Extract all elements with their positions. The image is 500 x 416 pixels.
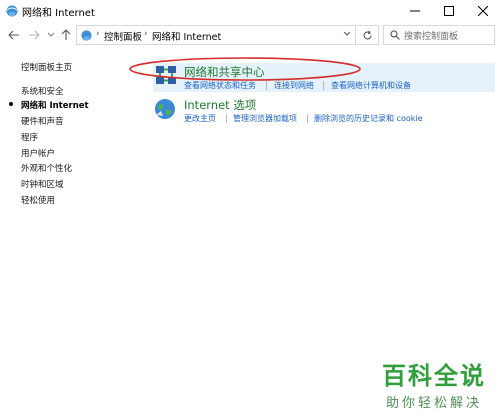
search-input[interactable]: 搜索控制面板 — [383, 25, 495, 45]
window-title: 网络和 Internet — [22, 8, 95, 19]
recent-locations-button[interactable] — [43, 26, 59, 44]
back-arrow-icon — [8, 30, 19, 40]
watermark-subtitle: 助你轻松解决 — [385, 396, 482, 411]
internet-options-globe-icon — [155, 99, 175, 119]
watermark-title: 百科全说 — [382, 362, 486, 390]
sidebar-item-appearance[interactable]: 外观和个性化 — [21, 162, 72, 174]
watermark: 百科全说 助你轻松解决 — [382, 356, 486, 411]
up-arrow-icon — [61, 29, 71, 40]
sidebar-item-user-accounts[interactable]: 用户帐户 — [21, 147, 55, 159]
address-dropdown-icon[interactable] — [343, 30, 351, 38]
navigation-row: › 控制面板 › 网络和 Internet 搜索控制面板 — [0, 22, 500, 48]
search-icon — [390, 30, 400, 40]
back-button[interactable] — [6, 26, 22, 44]
forward-button[interactable] — [26, 26, 42, 44]
sidebar-item-clock-region[interactable]: 时钟和区域 — [21, 178, 64, 190]
sidebar-item-hardware-sound[interactable]: 硬件和声音 — [21, 115, 64, 127]
breadcrumb-separator: › — [144, 29, 148, 39]
minimize-icon — [410, 10, 420, 12]
link-divider — [226, 114, 227, 123]
link-divider — [266, 81, 267, 90]
sidebar-item-system-security[interactable]: 系统和安全 — [21, 85, 64, 97]
breadcrumb-control-panel[interactable]: 控制面板 — [104, 29, 142, 43]
control-panel-icon — [81, 30, 92, 41]
link-divider — [323, 81, 324, 90]
minimize-button[interactable] — [398, 0, 432, 22]
address-bar[interactable]: › 控制面板 › 网络和 Internet — [76, 25, 356, 45]
sidebar-item-control-panel-home[interactable]: 控制面板主页 — [21, 61, 72, 73]
sidebar-item-network-internet[interactable]: 网络和 Internet — [21, 99, 89, 111]
maximize-button[interactable] — [432, 0, 466, 22]
forward-arrow-icon — [29, 30, 40, 40]
breadcrumb-separator: › — [96, 29, 100, 39]
change-homepage-link[interactable]: 更改主页 — [184, 113, 216, 124]
internet-options-title[interactable]: Internet 选项 — [184, 97, 256, 113]
up-button[interactable] — [58, 26, 74, 44]
close-button[interactable] — [466, 0, 500, 22]
annotation-ellipse — [129, 57, 361, 81]
internet-options-links: 更改主页 管理浏览器加载项 删除浏览的历史记录和 cookie — [184, 113, 484, 125]
current-item-indicator — [9, 102, 13, 106]
sidebar-item-programs[interactable]: 程序 — [21, 131, 38, 143]
manage-addons-link[interactable]: 管理浏览器加载项 — [233, 113, 297, 124]
control-panel-window: 网络和 Internet › 控制面板 › 网络和 Internet 搜索控制面… — [0, 0, 500, 416]
sidebar-item-ease-of-access[interactable]: 轻松使用 — [21, 194, 55, 206]
refresh-icon — [363, 30, 372, 39]
maximize-icon — [444, 6, 454, 16]
sidebar: 控制面板主页 系统和安全 网络和 Internet 硬件和声音 程序 用户帐户 … — [0, 48, 135, 416]
network-folder-icon — [6, 5, 18, 17]
refresh-button[interactable] — [357, 25, 379, 45]
delete-history-link[interactable]: 删除浏览的历史记录和 cookie — [314, 113, 423, 124]
chevron-down-icon — [47, 32, 55, 37]
close-icon — [478, 6, 488, 16]
search-placeholder: 搜索控制面板 — [404, 32, 459, 42]
link-divider — [307, 114, 308, 123]
breadcrumb-network-internet[interactable]: 网络和 Internet — [152, 29, 221, 43]
title-bar: 网络和 Internet — [0, 0, 500, 22]
